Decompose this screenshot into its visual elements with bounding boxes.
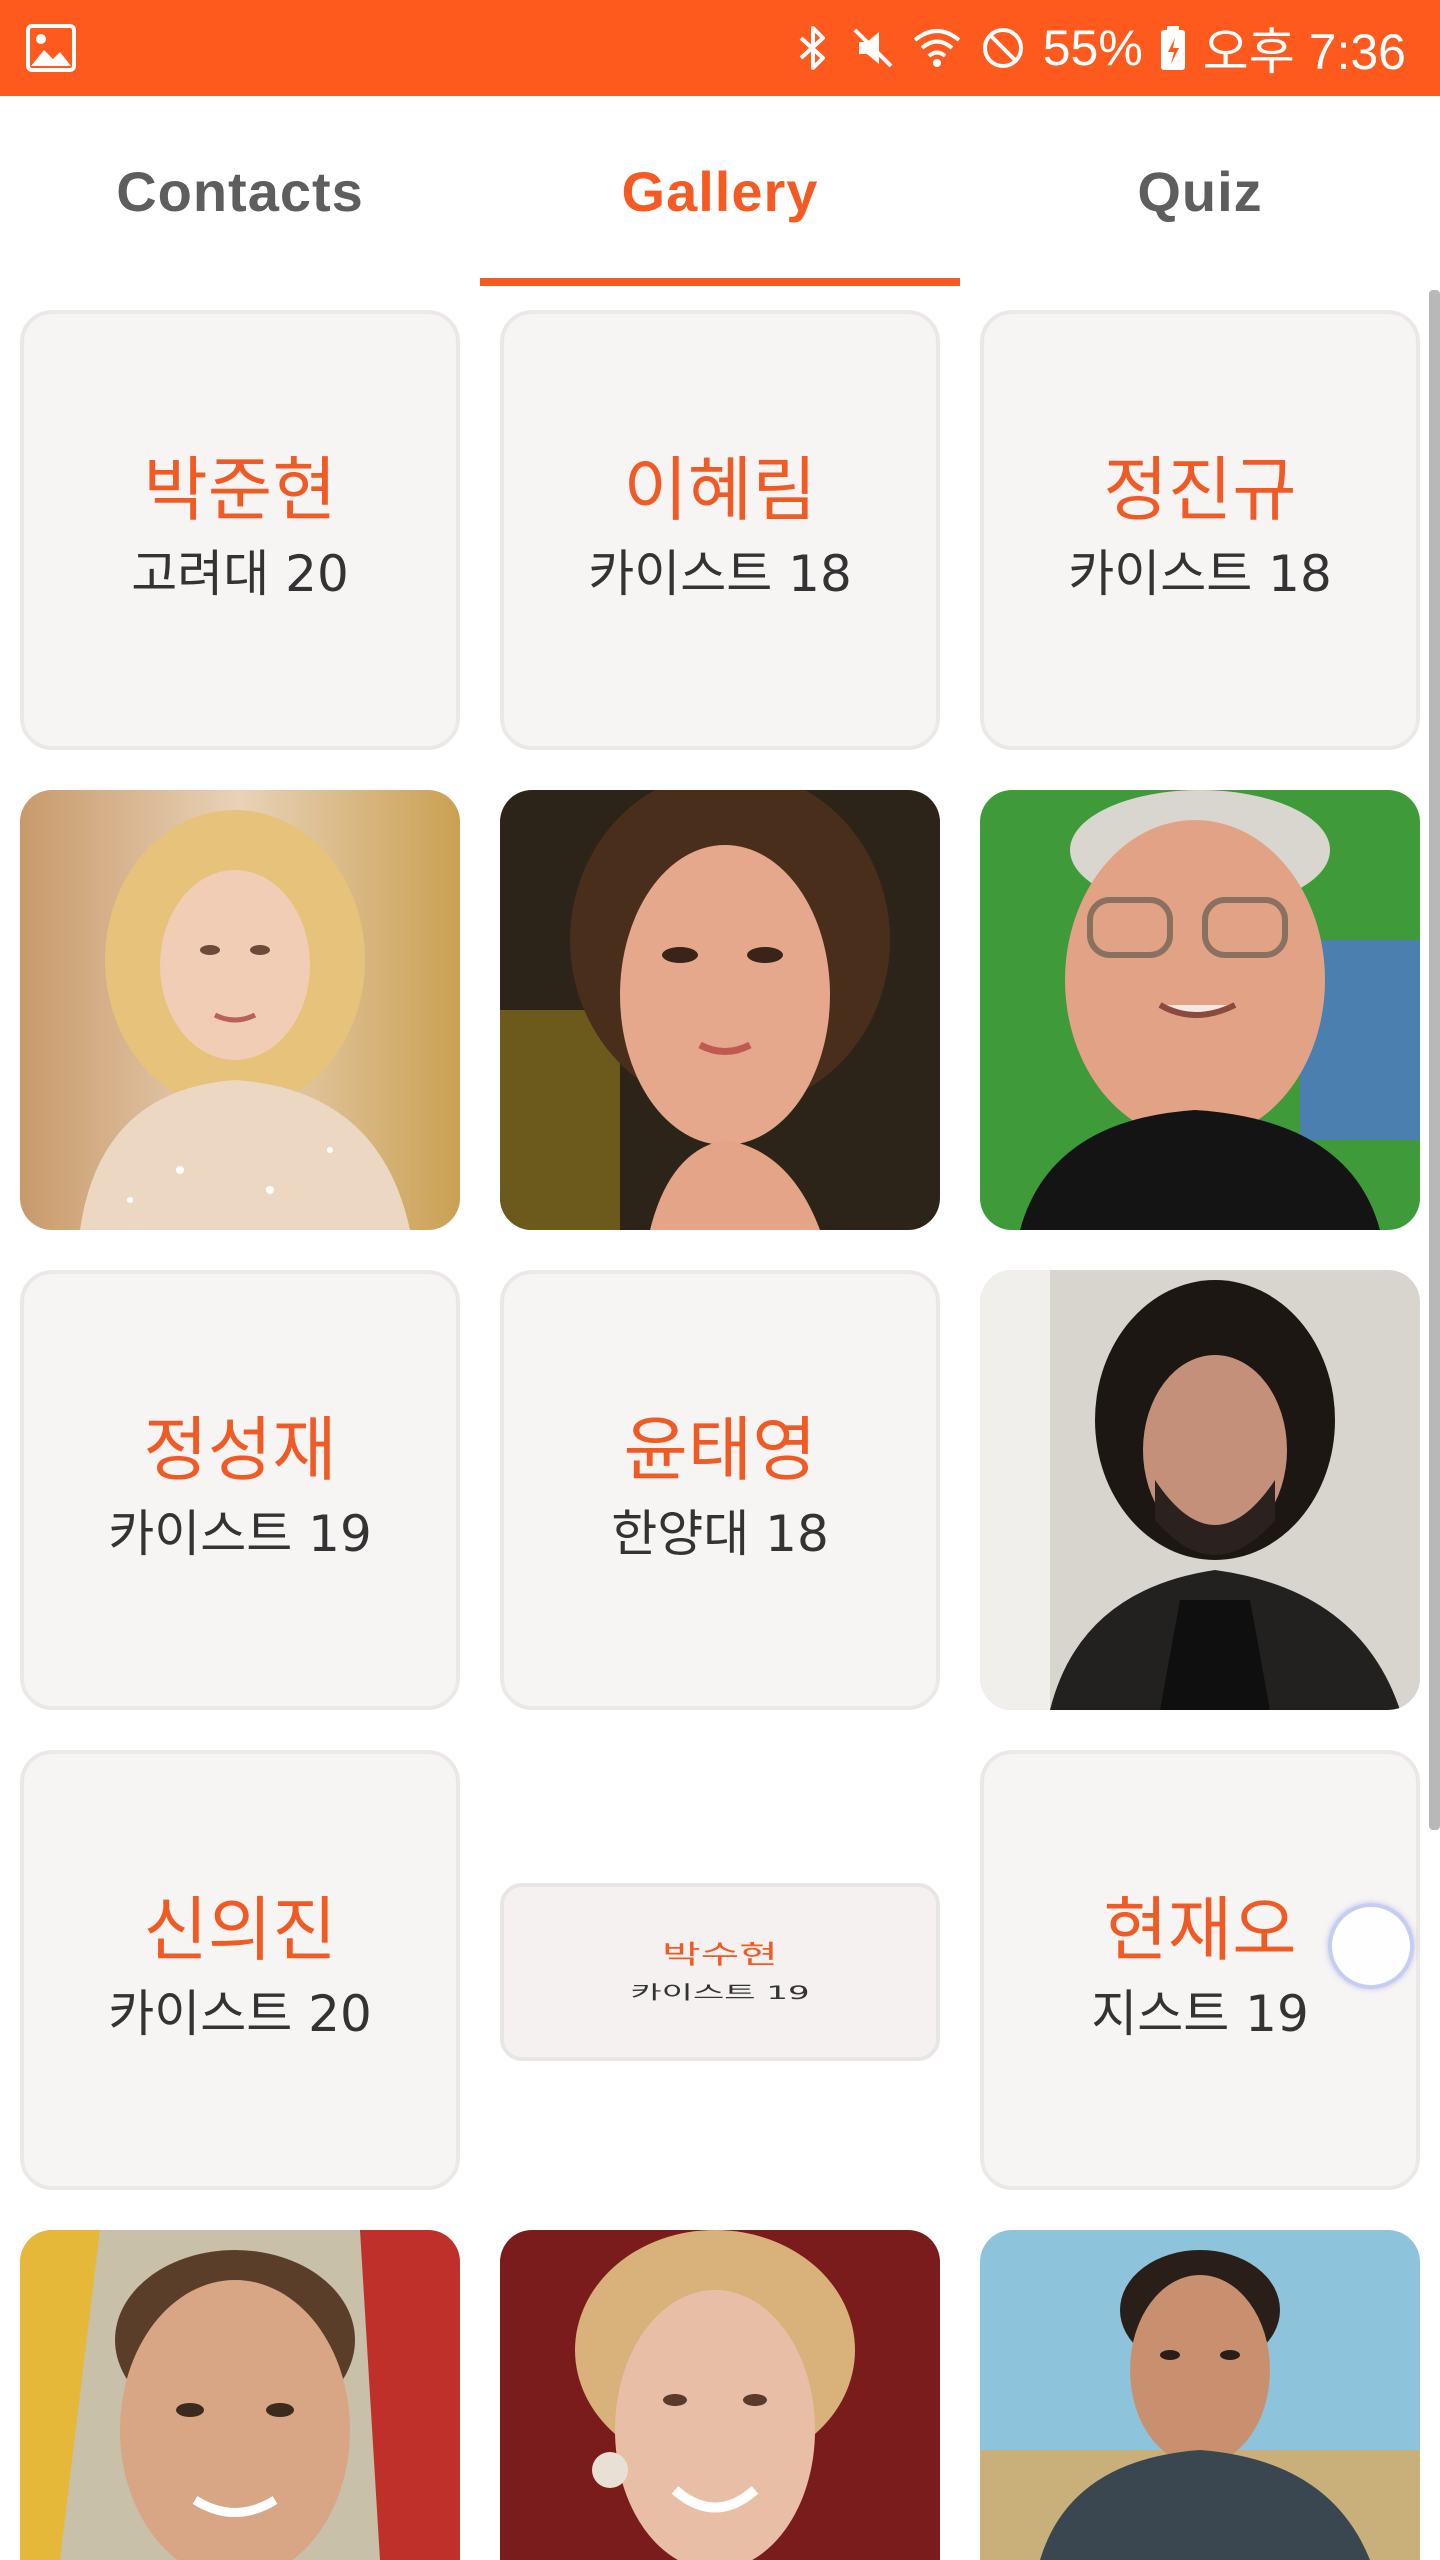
card-school: 한양대 18 bbox=[611, 1505, 829, 1563]
portrait-photo bbox=[500, 790, 940, 1230]
card-school: 카이스트 20 bbox=[108, 1985, 372, 2043]
portrait-photo bbox=[20, 790, 460, 1230]
gallery-card[interactable]: 정성재 카이스트 19 bbox=[20, 1270, 460, 1710]
gallery-photo-card[interactable] bbox=[20, 2230, 460, 2560]
card-school: 지스트 19 bbox=[1091, 1985, 1309, 2043]
card-name: 윤태영 bbox=[623, 1409, 817, 1491]
gallery-card[interactable]: 정진규 카이스트 18 bbox=[980, 310, 1420, 750]
gallery-grid: 박준현 고려대 20 이혜림 카이스트 18 정진규 카이스트 18 정성재 카… bbox=[0, 0, 1440, 2560]
card-name: 정성재 bbox=[143, 1409, 337, 1491]
gallery-photo-card[interactable] bbox=[20, 790, 460, 1230]
card-school: 카이스트 19 bbox=[630, 1982, 810, 2004]
card-school: 카이스트 18 bbox=[1068, 545, 1332, 603]
card-name: 정진규 bbox=[1103, 449, 1297, 531]
gallery-photo-card[interactable] bbox=[980, 790, 1420, 1230]
gallery-card[interactable]: 박준현 고려대 20 bbox=[20, 310, 460, 750]
card-name: 신의진 bbox=[143, 1889, 337, 1971]
portrait-photo bbox=[20, 2230, 460, 2560]
gallery-card[interactable]: 윤태영 한양대 18 bbox=[500, 1270, 940, 1710]
gallery-photo-card[interactable] bbox=[980, 2230, 1420, 2560]
portrait-photo bbox=[500, 2230, 940, 2560]
card-name: 현재오 bbox=[1103, 1889, 1297, 1971]
card-school: 카이스트 18 bbox=[588, 545, 852, 603]
card-name: 박수현 bbox=[662, 1939, 778, 1970]
card-school: 카이스트 19 bbox=[108, 1505, 372, 1563]
gallery-card-flipping[interactable]: 박수현 카이스트 19 bbox=[500, 1883, 940, 2061]
portrait-photo bbox=[980, 1270, 1420, 1710]
portrait-photo bbox=[980, 790, 1420, 1230]
card-name: 박준현 bbox=[143, 449, 337, 531]
portrait-photo bbox=[980, 2230, 1420, 2560]
scrollbar[interactable] bbox=[1429, 290, 1440, 1830]
gallery-photo-card[interactable] bbox=[500, 2230, 940, 2560]
card-name: 이혜림 bbox=[623, 449, 817, 531]
gallery-card[interactable]: 신의진 카이스트 20 bbox=[20, 1750, 460, 2190]
gallery-photo-card[interactable] bbox=[500, 790, 940, 1230]
touch-indicator bbox=[1328, 1903, 1414, 1989]
gallery-card[interactable]: 이혜림 카이스트 18 bbox=[500, 310, 940, 750]
card-school: 고려대 20 bbox=[131, 545, 349, 603]
gallery-photo-card[interactable] bbox=[980, 1270, 1420, 1710]
